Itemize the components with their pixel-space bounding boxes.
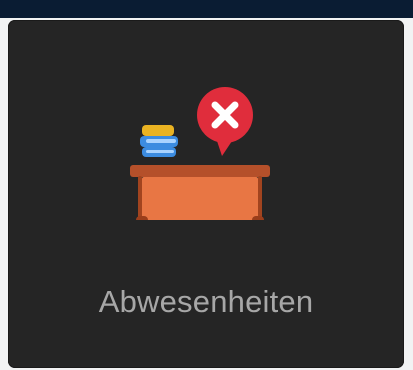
books-icon <box>140 125 178 157</box>
tile-label: Abwesenheiten <box>98 284 314 319</box>
desk-icon <box>130 165 270 220</box>
top-bar <box>0 0 413 18</box>
close-icon <box>197 87 253 156</box>
absences-tile[interactable]: Abwesenheiten <box>8 20 404 368</box>
desk-absence-icon <box>130 70 280 220</box>
